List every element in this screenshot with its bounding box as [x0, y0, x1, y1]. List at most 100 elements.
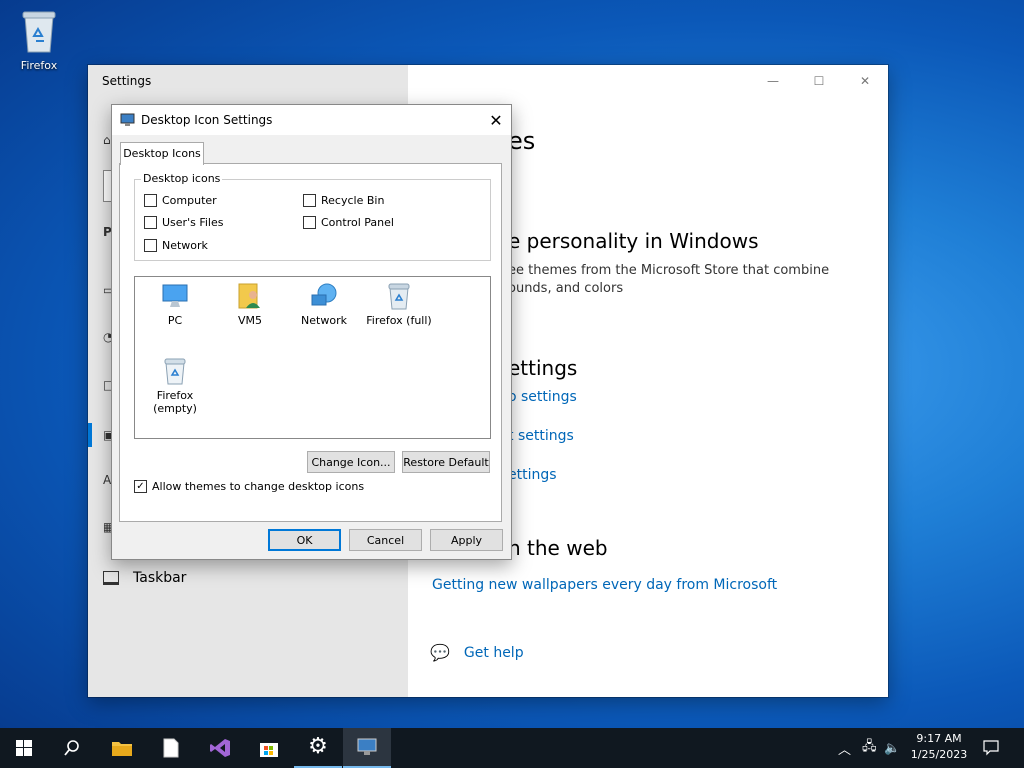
list-item-pc[interactable]: PC: [135, 281, 215, 327]
dialog-title: Desktop Icon Settings: [141, 113, 273, 127]
minimize-button[interactable]: —: [750, 65, 796, 97]
list-item-label: Firefox (empty): [153, 389, 197, 415]
recycle-bin-empty-icon: [164, 358, 186, 385]
recycle-bin-full-icon: [388, 283, 410, 310]
group-label: Desktop icons: [141, 172, 223, 185]
checkbox-label: User's Files: [162, 216, 224, 229]
taskbar-notepad[interactable]: [147, 728, 195, 768]
taskbar-icon: [103, 571, 119, 585]
chevron-up-icon: ︿: [838, 742, 852, 758]
get-help-link[interactable]: Get help: [464, 645, 524, 661]
sidebar-item-taskbar[interactable]: Taskbar: [103, 570, 186, 586]
taskbar-visual-studio[interactable]: [196, 728, 244, 768]
checkbox-label: Control Panel: [321, 216, 394, 229]
checkbox-users-files[interactable]: User's Files: [144, 216, 223, 229]
checkbox-label: Allow themes to change desktop icons: [152, 480, 365, 493]
list-item-network[interactable]: Network: [284, 281, 364, 327]
checkbox-label: Recycle Bin: [321, 194, 385, 207]
network-icon: 🖧: [862, 739, 877, 754]
desktop-monitor-icon: [120, 113, 135, 126]
checkbox-box[interactable]: [144, 239, 157, 252]
clock-time: 9:17 AM: [916, 732, 962, 745]
apply-button[interactable]: Apply: [430, 529, 503, 551]
dialog-close-button[interactable]: ✕: [481, 105, 511, 135]
list-item-label: VM5: [237, 314, 262, 327]
list-item-label: PC: [167, 314, 183, 327]
checkbox-allow-themes[interactable]: ✓ Allow themes to change desktop icons: [134, 480, 364, 493]
pc-monitor-icon: [162, 284, 188, 307]
taskbar-file-explorer[interactable]: [98, 728, 146, 768]
windows-logo-icon: [16, 740, 32, 756]
close-button[interactable]: ✕: [842, 65, 888, 97]
checkbox-box[interactable]: [303, 194, 316, 207]
section-web-heading: n the web: [508, 536, 608, 560]
notification-icon: [983, 740, 999, 756]
list-item-label: Firefox (full): [366, 314, 432, 327]
desktop-monitor-icon: [357, 738, 377, 755]
list-item-firefox-full[interactable]: Firefox (full): [359, 281, 439, 327]
desktop-icons-group: Desktop icons Computer Recycle Bin User'…: [134, 172, 491, 261]
ok-button[interactable]: OK: [268, 529, 341, 551]
search-icon: [64, 740, 79, 756]
checkbox-box[interactable]: [144, 194, 157, 207]
related-link-3[interactable]: ettings: [508, 467, 557, 483]
desktop-icon-label: Firefox: [20, 59, 58, 72]
taskbar-desktop-icon-settings[interactable]: [343, 728, 391, 768]
network-globe-icon: [311, 283, 337, 306]
list-item-firefox-empty[interactable]: Firefox (empty): [135, 356, 215, 415]
dialog-titlebar: Desktop Icon Settings ✕: [112, 105, 511, 135]
show-hidden-icons[interactable]: ︿: [838, 728, 851, 768]
desktop-icon-settings-dialog: Desktop Icon Settings ✕ Desktop Icons De…: [111, 104, 512, 560]
cancel-button[interactable]: Cancel: [349, 529, 422, 551]
list-item-vm5[interactable]: VM5: [210, 281, 290, 327]
gear-icon: ⚙: [308, 734, 328, 759]
section-personality-text-1: ee themes from the Microsoft Store that …: [508, 263, 830, 278]
store-icon: [260, 743, 278, 757]
wallpapers-link[interactable]: Getting new wallpapers every day from Mi…: [432, 577, 777, 593]
selected-indicator: [88, 423, 92, 447]
checkbox-label: Network: [162, 239, 208, 252]
user-folder-icon: [238, 283, 260, 309]
icon-list[interactable]: PC VM5 Network Firefox (full) Firefox (e…: [134, 276, 491, 439]
page-title: es: [508, 127, 536, 155]
checkbox-network[interactable]: Network: [144, 239, 208, 252]
related-link-2[interactable]: t settings: [508, 428, 574, 444]
help-chat-icon: 💬: [430, 643, 450, 662]
checkbox-box[interactable]: [144, 216, 157, 229]
checkbox-computer[interactable]: Computer: [144, 194, 217, 207]
clock-date: 1/25/2023: [910, 748, 968, 761]
network-status[interactable]: 🖧: [862, 728, 877, 768]
recycle-bin-icon: [22, 11, 56, 53]
taskbar: ⚙ ︿ 🖧 🔈 9:17 AM 1/25/2023: [0, 728, 1024, 768]
section-personality-heading: e personality in Windows: [508, 229, 759, 253]
get-help[interactable]: 💬 Get help: [430, 643, 524, 662]
list-item-label: Network: [301, 314, 347, 327]
maximize-button[interactable]: ☐: [796, 65, 842, 97]
restore-default-button[interactable]: Restore Default: [402, 451, 490, 473]
desktop-icon-firefox[interactable]: Firefox: [10, 8, 68, 72]
checkbox-control-panel[interactable]: Control Panel: [303, 216, 394, 229]
action-center[interactable]: [982, 728, 1000, 768]
taskbar-store[interactable]: [245, 728, 293, 768]
taskbar-settings[interactable]: ⚙: [294, 728, 342, 768]
volume-control[interactable]: 🔈: [884, 728, 900, 768]
checkbox-box[interactable]: [303, 216, 316, 229]
related-link-1[interactable]: o settings: [508, 389, 577, 405]
speaker-icon: 🔈: [884, 740, 901, 756]
tab-panel: Desktop icons Computer Recycle Bin User'…: [119, 163, 502, 522]
section-related-heading: ettings: [508, 356, 578, 380]
sidebar-item-label: Taskbar: [133, 570, 187, 586]
document-icon: [163, 738, 179, 758]
visual-studio-icon: [210, 739, 230, 757]
checkbox-recycle-bin[interactable]: Recycle Bin: [303, 194, 384, 207]
section-personality-text-2: ounds, and colors: [508, 281, 624, 296]
tab-desktop-icons[interactable]: Desktop Icons: [120, 142, 204, 165]
change-icon-button[interactable]: Change Icon...: [307, 451, 395, 473]
checkbox-box-checked[interactable]: ✓: [134, 480, 147, 493]
start-button[interactable]: [0, 728, 48, 768]
settings-title: Settings: [102, 74, 152, 88]
folder-icon: [112, 742, 132, 756]
checkbox-label: Computer: [162, 194, 217, 207]
clock[interactable]: 9:17 AM 1/25/2023: [904, 731, 974, 763]
search-button[interactable]: [48, 728, 96, 768]
